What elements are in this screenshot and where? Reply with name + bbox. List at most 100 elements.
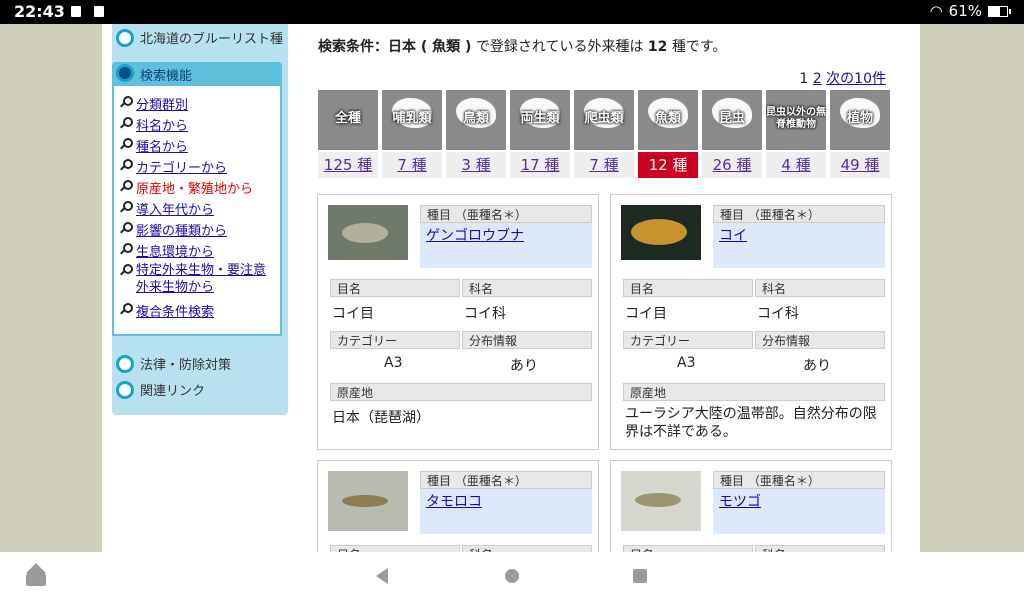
- category-count[interactable]: 4 種: [766, 152, 826, 178]
- menu-habitat[interactable]: 生息環境から: [120, 241, 214, 260]
- sidebar-item-label: 関連リンク: [140, 384, 206, 399]
- category-plant[interactable]: 植物 49 種: [830, 90, 890, 178]
- menu-category[interactable]: カテゴリーから: [120, 157, 227, 176]
- species-card: 種目 （亜種名＊） タモロコ 目名 科名: [317, 460, 599, 552]
- origin-value: 日本（琵琶湖）: [332, 410, 430, 426]
- plant-icon: 植物: [830, 90, 890, 150]
- page-2-link[interactable]: 2: [813, 71, 822, 87]
- reptile-icon: 爬虫類: [574, 90, 634, 150]
- status-bar: 22:43 ◠ 61%: [0, 0, 1024, 24]
- origin-value: ユーラシア大陸の温帯部。自然分布の限界は不詳である。: [625, 406, 877, 440]
- home-icon[interactable]: [505, 569, 519, 583]
- category-value: A3: [677, 355, 696, 371]
- species-photo[interactable]: [621, 471, 701, 531]
- category-invertebrate[interactable]: 昆虫以外の無脊椎動物 4 種: [766, 90, 826, 178]
- search-section-header[interactable]: 検索機能: [112, 62, 282, 86]
- family-label: 科名: [755, 545, 885, 552]
- category-fish[interactable]: 魚類 12 種: [638, 90, 698, 178]
- species-photo[interactable]: [328, 471, 408, 531]
- clock: 22:43: [14, 2, 65, 21]
- battery-icon: [988, 5, 1011, 17]
- sidebar-item-links[interactable]: 関連リンク: [116, 380, 205, 399]
- magnifier-icon: [120, 180, 133, 192]
- category-mammal[interactable]: 哺乳類 7 種: [382, 90, 442, 178]
- amphibian-icon: 両生類: [510, 90, 570, 150]
- species-label: 種目 （亜種名＊）: [713, 205, 885, 223]
- home-accessibility-icon[interactable]: [26, 563, 46, 586]
- menu-advanced[interactable]: 複合条件検索: [120, 301, 214, 320]
- category-count-active[interactable]: 12 種: [638, 152, 698, 178]
- family-value: コイ科: [464, 306, 506, 322]
- species-label: 種目 （亜種名＊）: [420, 205, 592, 223]
- family-label: 科名: [755, 279, 885, 297]
- category-insect[interactable]: 昆虫 26 種: [702, 90, 762, 178]
- category-label: カテゴリー: [330, 331, 460, 349]
- pagination: 1 2 次の10件: [799, 68, 886, 88]
- species-card: 種目 （亜種名＊） モツゴ 目名 科名: [610, 460, 892, 552]
- order-label: 目名: [330, 279, 460, 297]
- insect-icon: 昆虫: [702, 90, 762, 150]
- magnifier-icon: [120, 138, 133, 150]
- navigation-bar: [0, 552, 1024, 600]
- magnifier-icon: [120, 243, 133, 255]
- sidebar-item-blue-list[interactable]: 北海道のブルーリスト種: [116, 28, 283, 47]
- species-link[interactable]: タモロコ: [426, 491, 482, 511]
- species-label: 種目 （亜種名＊）: [713, 471, 885, 489]
- mammal-icon: 哺乳類: [382, 90, 442, 150]
- menu-designated[interactable]: 特定外来生物・要注意 外来生物から: [120, 262, 266, 296]
- origin-label: 原産地: [623, 383, 885, 401]
- image-notification-icon: [71, 6, 81, 17]
- current-page: 1: [799, 71, 809, 87]
- category-count[interactable]: 125 種: [318, 152, 378, 178]
- category-count[interactable]: 3 種: [446, 152, 506, 178]
- category-amphibian[interactable]: 両生類 17 種: [510, 90, 570, 178]
- sidebar-item-label: 北海道のブルーリスト種: [140, 32, 284, 47]
- category-image: 全種: [318, 90, 378, 150]
- species-link[interactable]: コイ: [719, 225, 747, 245]
- back-icon[interactable]: [376, 568, 388, 584]
- fish-icon: 魚類: [638, 90, 698, 150]
- species-card: 種目 （亜種名＊） コイ 目名 科名 コイ目 コイ科 カテゴリー 分布情報 A3…: [610, 194, 892, 450]
- web-page: 北海道のブルーリスト種 検索機能 分類群別 科名から 種名から カテゴリーから …: [102, 24, 920, 552]
- species-photo[interactable]: [328, 205, 408, 260]
- category-reptile[interactable]: 爬虫類 7 種: [574, 90, 634, 178]
- order-label: 目名: [623, 545, 753, 552]
- menu-intro-era[interactable]: 導入年代から: [120, 199, 214, 218]
- order-value: コイ目: [625, 306, 667, 322]
- sidebar: 北海道のブルーリスト種 検索機能 分類群別 科名から 種名から カテゴリーから …: [112, 24, 288, 415]
- category-count[interactable]: 7 種: [382, 152, 442, 178]
- menu-taxon[interactable]: 分類群別: [120, 94, 188, 113]
- magnifier-icon: [120, 117, 133, 129]
- menu-family[interactable]: 科名から: [120, 115, 188, 134]
- menu-species[interactable]: 種名から: [120, 136, 188, 155]
- category-count[interactable]: 26 種: [702, 152, 762, 178]
- category-count[interactable]: 17 種: [510, 152, 570, 178]
- order-label: 目名: [330, 545, 460, 552]
- magnifier-icon: [120, 96, 133, 108]
- menu-impact[interactable]: 影響の種類から: [120, 220, 227, 239]
- sidebar-item-law[interactable]: 法律・防除対策: [116, 354, 231, 373]
- origin-label: 原産地: [330, 383, 592, 401]
- ring-icon: [116, 380, 134, 399]
- family-label: 科名: [462, 279, 592, 297]
- search-section-title: 検索機能: [140, 69, 193, 84]
- bird-icon: 鳥類: [446, 90, 506, 150]
- species-photo[interactable]: [621, 205, 701, 260]
- distribution-value: あり: [510, 358, 538, 374]
- order-value: コイ目: [332, 306, 374, 322]
- category-label: カテゴリー: [623, 331, 753, 349]
- magnifier-icon: [120, 201, 133, 213]
- magnifier-icon: [120, 222, 133, 234]
- recent-apps-icon[interactable]: [633, 569, 647, 583]
- magnifier-icon: [120, 264, 133, 276]
- category-all[interactable]: 全種 125 種: [318, 90, 378, 178]
- ring-icon: [116, 354, 134, 373]
- species-link[interactable]: ゲンゴロウブナ: [426, 225, 524, 245]
- next-page-link[interactable]: 次の10件: [826, 71, 886, 87]
- distribution-value: あり: [803, 358, 831, 374]
- category-count[interactable]: 49 種: [830, 152, 890, 178]
- category-count[interactable]: 7 種: [574, 152, 634, 178]
- category-bird[interactable]: 鳥類 3 種: [446, 90, 506, 178]
- species-link[interactable]: モツゴ: [719, 491, 761, 511]
- menu-origin[interactable]: 原産地・繁殖地から: [120, 178, 253, 197]
